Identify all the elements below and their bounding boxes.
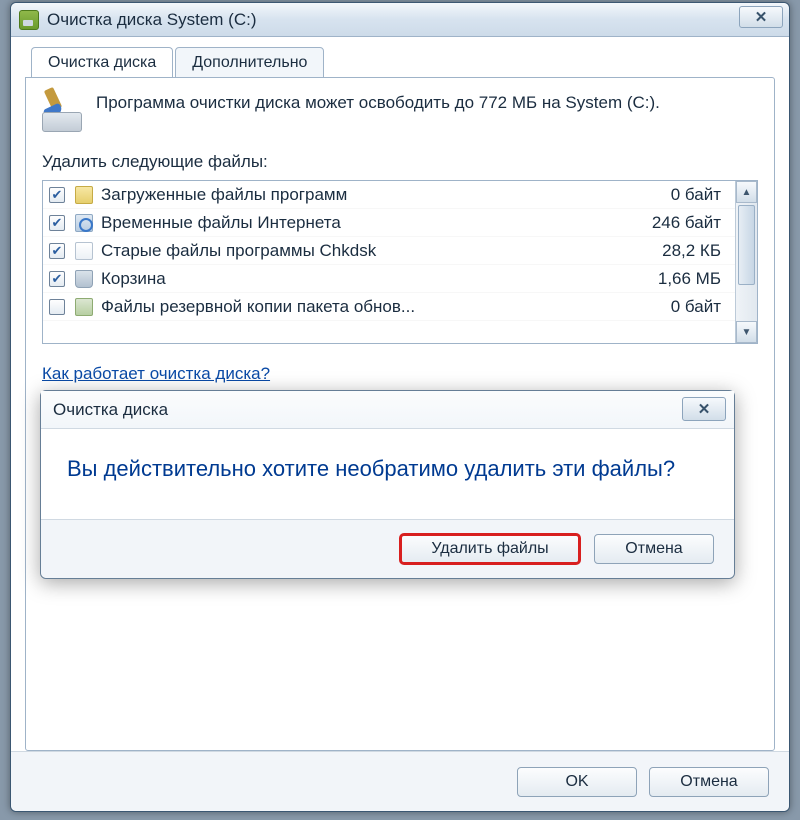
tab-strip: Очистка диска Дополнительно [31,47,775,78]
file-type-icon [75,270,93,288]
file-type-icon [75,242,93,260]
window-footer: OK Отмена [11,751,789,811]
scroll-thumb[interactable] [738,205,755,285]
intro-text: Программа очистки диска может освободить… [96,92,758,114]
list-label: Удалить следующие файлы: [42,152,758,172]
file-size: 0 байт [629,297,729,317]
tab-more[interactable]: Дополнительно [175,47,324,78]
file-size: 246 байт [629,213,729,233]
checkbox[interactable]: ✔ [49,271,65,287]
tab-cleanup[interactable]: Очистка диска [31,47,173,78]
confirm-footer: Удалить файлы Отмена [41,519,734,578]
checkbox[interactable]: ✔ [49,187,65,203]
list-item[interactable]: ✔ Загруженные файлы программ0 байт [43,181,735,209]
checkbox[interactable]: ✔ [49,243,65,259]
list-item[interactable]: ✔ Корзина1,66 МБ [43,265,735,293]
file-size: 0 байт [629,185,729,205]
list-item[interactable]: ✔ Старые файлы программы Chkdsk28,2 КБ [43,237,735,265]
disk-cleanup-icon [19,10,39,30]
confirm-message: Вы действительно хотите необратимо удали… [41,429,734,519]
list-item[interactable]: ✔ Временные файлы Интернета246 байт [43,209,735,237]
file-name: Корзина [101,269,629,289]
file-rows: ✔Загруженные файлы программ0 байт✔Времен… [43,181,735,343]
confirm-cancel-button[interactable]: Отмена [594,534,714,564]
file-list: ✔Загруженные файлы программ0 байт✔Времен… [42,180,758,344]
window-title: Очистка диска System (C:) [47,10,256,30]
list-item[interactable]: Файлы резервной копии пакета обнов...0 б… [43,293,735,321]
confirm-close-button[interactable]: ✕ [682,397,726,421]
help-link[interactable]: Как работает очистка диска? [42,364,270,384]
close-icon: ✕ [755,8,768,26]
file-name: Старые файлы программы Chkdsk [101,241,629,261]
ok-button[interactable]: OK [517,767,637,797]
file-name: Файлы резервной копии пакета обнов... [101,297,629,317]
scrollbar: ▲ ▼ [735,181,757,343]
confirm-title-text: Очистка диска [53,400,168,420]
cancel-button[interactable]: Отмена [649,767,769,797]
checkbox[interactable]: ✔ [49,215,65,231]
file-size: 28,2 КБ [629,241,729,261]
intro-block: Программа очистки диска может освободить… [42,92,758,132]
confirm-delete-button[interactable]: Удалить файлы [400,534,580,564]
file-type-icon [75,186,93,204]
confirm-dialog: Очистка диска ✕ Вы действительно хотите … [40,390,735,579]
file-type-icon [75,214,93,232]
file-type-icon [75,298,93,316]
scroll-up-button[interactable]: ▲ [736,181,757,203]
titlebar[interactable]: Очистка диска System (C:) ✕ [11,3,789,37]
close-icon: ✕ [698,400,711,418]
file-size: 1,66 МБ [629,269,729,289]
scroll-track[interactable] [736,203,757,321]
window-close-button[interactable]: ✕ [739,6,783,28]
disk-brush-icon [42,92,82,132]
scroll-down-button[interactable]: ▼ [736,321,757,343]
checkbox[interactable] [49,299,65,315]
file-name: Загруженные файлы программ [101,185,629,205]
confirm-titlebar[interactable]: Очистка диска ✕ [41,391,734,429]
file-name: Временные файлы Интернета [101,213,629,233]
